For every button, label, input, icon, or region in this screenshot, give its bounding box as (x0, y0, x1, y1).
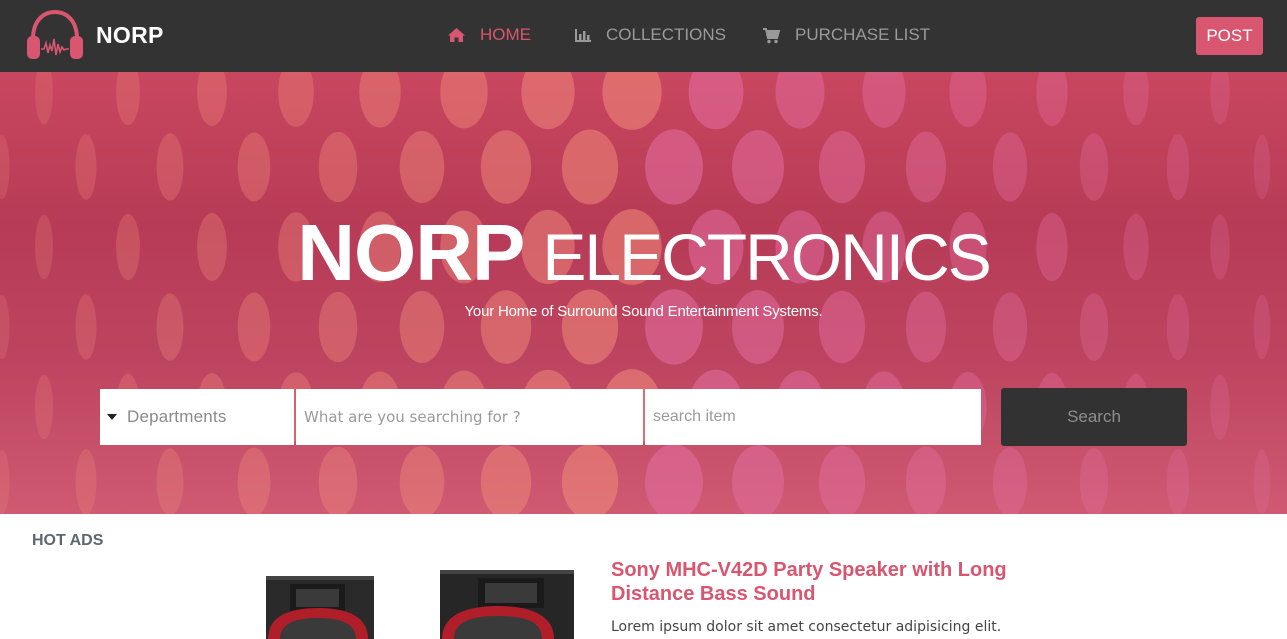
speaker-image[interactable] (440, 566, 574, 639)
home-icon (448, 28, 465, 42)
product-title[interactable]: Sony MHC-V42D Party Speaker with Long Di… (611, 558, 1031, 606)
departments-label: Departments (127, 407, 227, 426)
headphones-icon (27, 9, 83, 59)
nav-collections-label: COLLECTIONS (606, 25, 726, 44)
brand[interactable]: NORP (24, 9, 164, 61)
search-query-input[interactable] (296, 389, 643, 445)
hero-subtitle: Your Home of Surround Sound Entertainmen… (464, 303, 823, 320)
nav-home-label: HOME (480, 25, 531, 44)
brand-name: NORP (96, 21, 164, 48)
hero-banner: NORP ELECTRONICS Your Home of Surround So… (0, 72, 1287, 514)
hot-ads-heading: HOT ADS (32, 532, 104, 549)
bar-chart-icon (575, 29, 591, 42)
departments-dropdown[interactable]: Departments (100, 389, 294, 445)
product-description: Lorem ipsum dolor sit amet consectetur a… (611, 619, 1002, 635)
caret-down-icon (107, 414, 117, 420)
post-button[interactable]: POST (1196, 17, 1263, 55)
cart-icon (763, 27, 781, 43)
hero-title-strong: NORP (297, 208, 525, 297)
hero-title-thin: ELECTRONICS (542, 220, 991, 294)
hero-title: NORP ELECTRONICS (0, 207, 1287, 299)
nav-purchase-list[interactable]: PURCHASE LIST (762, 25, 930, 45)
search-button[interactable]: Search (1001, 388, 1187, 446)
nav-collections[interactable]: COLLECTIONS (574, 25, 726, 45)
nav-home[interactable]: HOME (447, 25, 531, 45)
nav-purchase-list-label: PURCHASE LIST (795, 25, 931, 44)
top-navbar: NORP HOME COLLECTIONS PURCHASE LIST POST (0, 0, 1287, 72)
speaker-image[interactable] (262, 566, 376, 639)
search-item-input[interactable] (645, 389, 981, 445)
